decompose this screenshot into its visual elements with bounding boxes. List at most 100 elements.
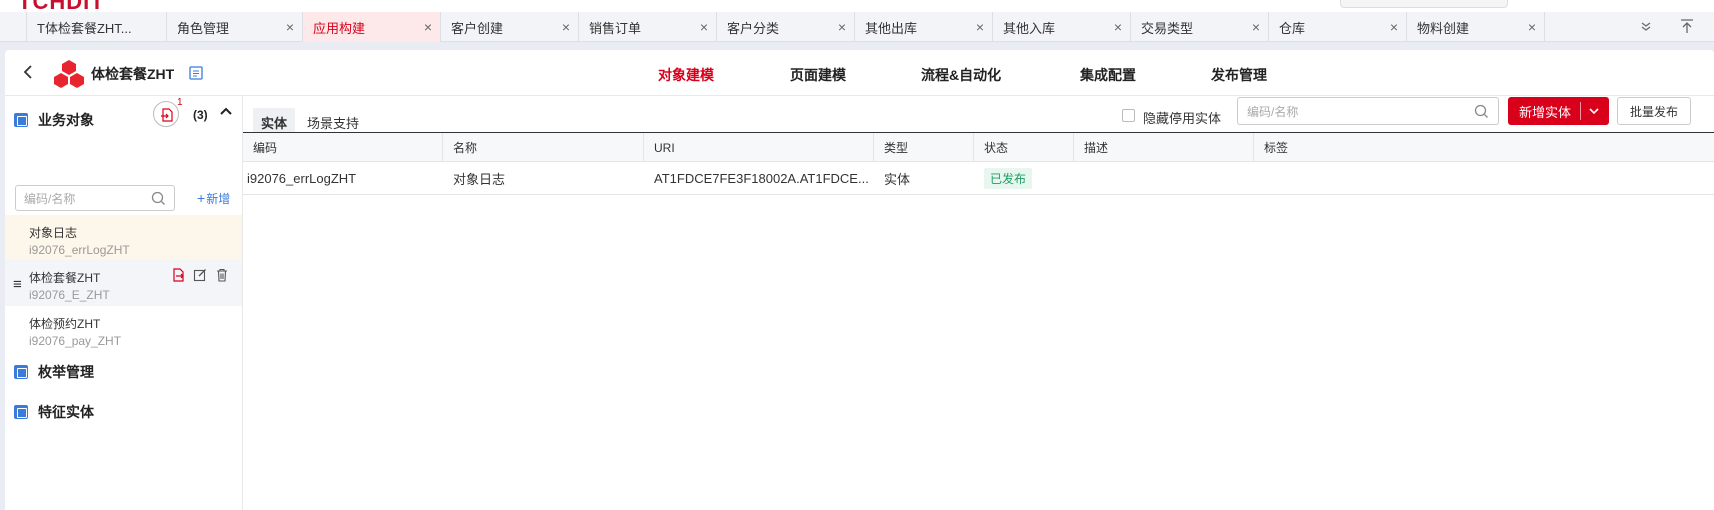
object-sidebar: 业务对象 1 (3) 编码/名称 +新增 对象日志 i92076_errLogZ… bbox=[5, 96, 243, 510]
tab-other-inbound[interactable]: 其他入库 × bbox=[992, 12, 1130, 42]
column-header-status[interactable]: 状态 bbox=[974, 133, 1074, 162]
section-feature-entity[interactable]: 特征实体 bbox=[14, 402, 94, 422]
new-entity-button[interactable]: 新增实体 bbox=[1508, 97, 1609, 125]
close-icon[interactable]: × bbox=[562, 19, 570, 35]
scroll-to-top-icon[interactable] bbox=[1680, 19, 1694, 34]
column-header-description[interactable]: 描述 bbox=[1074, 133, 1254, 162]
list-item[interactable]: ≡ 体检套餐ZHT i92076_E_ZHT bbox=[5, 260, 242, 306]
nav-flow-automation[interactable]: 流程&自动化 bbox=[921, 65, 1001, 85]
cell-code: i92076_errLogZHT bbox=[247, 170, 357, 186]
tab-sales-order[interactable]: 销售订单 × bbox=[578, 12, 716, 42]
item-code: i92076_pay_ZHT bbox=[29, 334, 122, 348]
tab-package-zht[interactable]: T体检套餐ZHT... bbox=[26, 12, 153, 42]
tab-label: 客户创建 bbox=[451, 20, 504, 36]
notification-badge: 1 bbox=[177, 97, 183, 108]
close-icon[interactable]: × bbox=[838, 19, 846, 35]
item-code: i92076_errLogZHT bbox=[29, 243, 130, 257]
entity-search-input[interactable]: 编码/名称 bbox=[1237, 97, 1499, 125]
tab-label: 仓库 bbox=[1279, 20, 1306, 36]
hide-disabled-checkbox[interactable] bbox=[1122, 109, 1135, 122]
tab-role-management[interactable]: 角色管理 × bbox=[166, 12, 302, 42]
app-title: 体检套餐ZHT bbox=[91, 66, 175, 82]
import-button[interactable] bbox=[153, 101, 179, 127]
edit-icon[interactable] bbox=[193, 268, 207, 282]
document-icon[interactable] bbox=[189, 66, 203, 80]
column-header-uri[interactable]: URI bbox=[644, 133, 874, 162]
list-item[interactable]: 体检预约ZHT i92076_pay_ZHT bbox=[5, 306, 242, 352]
entity-table: 编码 名称 URI 类型 状态 描述 标签 i92076_errLogZHT 对… bbox=[243, 132, 1714, 195]
close-icon[interactable]: × bbox=[1114, 19, 1122, 35]
close-icon[interactable]: × bbox=[1252, 19, 1260, 35]
search-icon[interactable] bbox=[1474, 104, 1489, 119]
close-icon[interactable]: × bbox=[424, 19, 432, 35]
chevron-up-icon[interactable] bbox=[219, 106, 233, 116]
column-header-code[interactable]: 编码 bbox=[243, 133, 443, 162]
table-row[interactable]: i92076_errLogZHT 对象日志 AT1FDCE7FE3F18002A… bbox=[243, 162, 1714, 195]
tab-label: 销售订单 bbox=[589, 20, 642, 36]
column-header-name[interactable]: 名称 bbox=[443, 133, 644, 162]
close-icon[interactable]: × bbox=[1528, 19, 1536, 35]
global-search-input[interactable] bbox=[1340, 0, 1508, 8]
column-header-tag[interactable]: 标签 bbox=[1254, 133, 1714, 162]
object-count: (3) bbox=[193, 108, 208, 122]
section-label: 特征实体 bbox=[38, 404, 94, 420]
tab-label: 物料创建 bbox=[1417, 20, 1470, 36]
section-label: 枚举管理 bbox=[38, 364, 94, 380]
item-name: 对象日志 bbox=[29, 226, 78, 240]
item-name: 体检预约ZHT bbox=[29, 317, 101, 331]
section-business-objects[interactable]: 业务对象 bbox=[14, 110, 94, 130]
nav-object-modeling[interactable]: 对象建模 bbox=[658, 65, 714, 85]
app-header: 体检套餐ZHT 对象建模 页面建模 流程&自动化 集成配置 发布管理 bbox=[5, 50, 1714, 96]
tab-customer-create[interactable]: 客户创建 × bbox=[440, 12, 578, 42]
list-item[interactable]: 对象日志 i92076_errLogZHT bbox=[5, 215, 242, 261]
business-object-icon bbox=[14, 113, 28, 127]
status-badge: 已发布 bbox=[984, 167, 1033, 189]
column-header-type[interactable]: 类型 bbox=[874, 133, 974, 162]
tab-label: T体检套餐ZHT... bbox=[37, 20, 132, 36]
close-icon[interactable]: × bbox=[976, 19, 984, 35]
delete-icon[interactable] bbox=[215, 268, 229, 282]
enum-icon bbox=[14, 365, 28, 379]
close-icon[interactable]: × bbox=[286, 19, 294, 35]
cell-tag bbox=[1254, 162, 1714, 194]
brand-logo-text: TCHDIT bbox=[18, 0, 105, 12]
batch-publish-button[interactable]: 批量发布 bbox=[1617, 97, 1691, 125]
tab-label: 交易类型 bbox=[1141, 20, 1194, 36]
tab-label: 客户分类 bbox=[727, 20, 780, 36]
section-enum-management[interactable]: 枚举管理 bbox=[14, 362, 94, 382]
tab-material-create[interactable]: 物料创建 × bbox=[1406, 12, 1544, 42]
chevron-double-down-icon[interactable] bbox=[1640, 22, 1652, 32]
chevron-down-icon[interactable] bbox=[1588, 106, 1600, 116]
cell-uri: AT1FDCE7FE3F18002A.AT1FDCE... bbox=[654, 170, 869, 186]
add-object-button[interactable]: +新增 bbox=[197, 190, 230, 207]
drag-handle-icon[interactable]: ≡ bbox=[13, 276, 22, 293]
item-name: 体检套餐ZHT bbox=[29, 271, 101, 285]
tab-customer-category[interactable]: 客户分类 × bbox=[716, 12, 854, 42]
tab-other-outbound[interactable]: 其他出库 × bbox=[854, 12, 992, 42]
tab-strip: T体检套餐ZHT... 角色管理 × 应用构建 × 客户创建 × 销售订单 × … bbox=[0, 12, 1714, 42]
object-search-input[interactable]: 编码/名称 bbox=[15, 185, 175, 211]
main-panel: 体检套餐ZHT 对象建模 页面建模 流程&自动化 集成配置 发布管理 业务对象 … bbox=[5, 50, 1714, 510]
close-icon[interactable]: × bbox=[1390, 19, 1398, 35]
tab-warehouse[interactable]: 仓库 × bbox=[1268, 12, 1406, 42]
tab-app-build[interactable]: 应用构建 × bbox=[302, 12, 440, 42]
nav-publish-management[interactable]: 发布管理 bbox=[1211, 65, 1267, 85]
export-icon[interactable] bbox=[171, 268, 185, 282]
nav-page-modeling[interactable]: 页面建模 bbox=[790, 65, 846, 85]
button-label: 新增实体 bbox=[1519, 104, 1572, 120]
cell-status: 已发布 bbox=[974, 162, 1074, 194]
table-header: 编码 名称 URI 类型 状态 描述 标签 bbox=[243, 132, 1714, 162]
back-arrow-icon[interactable] bbox=[18, 61, 38, 83]
plus-icon: + bbox=[197, 190, 206, 206]
import-icon bbox=[161, 108, 173, 122]
section-label: 业务对象 bbox=[38, 112, 94, 128]
close-icon[interactable]: × bbox=[700, 19, 708, 35]
cell-name: 对象日志 bbox=[453, 171, 506, 187]
hide-disabled-label: 隐藏停用实体 bbox=[1143, 111, 1222, 126]
item-code: i92076_E_ZHT bbox=[29, 288, 110, 302]
nav-integration-config[interactable]: 集成配置 bbox=[1080, 65, 1136, 85]
search-icon[interactable] bbox=[151, 191, 166, 206]
tab-transaction-type[interactable]: 交易类型 × bbox=[1130, 12, 1268, 42]
add-label: 新增 bbox=[206, 192, 231, 206]
search-placeholder: 编码/名称 bbox=[1247, 104, 1299, 119]
